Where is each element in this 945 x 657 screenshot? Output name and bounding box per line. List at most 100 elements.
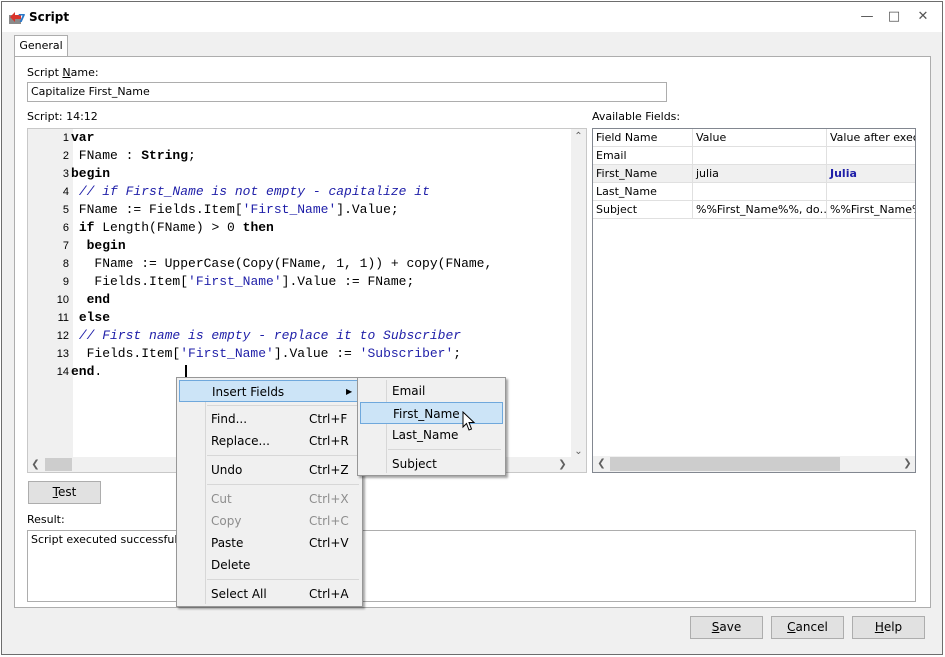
code-line[interactable]: 11 else bbox=[28, 309, 573, 327]
horizontal-scroll-thumb[interactable] bbox=[45, 458, 72, 471]
field-row[interactable]: Last_Name bbox=[593, 183, 915, 201]
cancel-button[interactable]: Cancel bbox=[771, 616, 844, 639]
field-row[interactable]: Subject %%First_Name%%, do… %%First_Name% bbox=[593, 201, 915, 219]
grid-scroll-left-icon[interactable]: ❮ bbox=[594, 456, 609, 471]
submenu-arrow-icon: ▶ bbox=[346, 387, 353, 396]
grid-scroll-right-icon[interactable]: ❯ bbox=[900, 456, 915, 471]
menu-item-cut[interactable]: Cut Ctrl+X bbox=[179, 488, 360, 510]
field-name-cell: Email bbox=[593, 147, 693, 165]
scroll-left-icon[interactable]: ❮ bbox=[28, 457, 43, 472]
menu-item-copy[interactable]: Copy Ctrl+C bbox=[179, 510, 360, 532]
script-app-icon: 7 bbox=[9, 12, 25, 24]
result-label: Result: bbox=[27, 513, 65, 526]
minimize-button[interactable]: — bbox=[856, 8, 878, 26]
menu-item-label: Replace... bbox=[211, 434, 270, 448]
field-row[interactable]: Email bbox=[593, 147, 915, 165]
submenu-item-last-name[interactable]: Last_Name bbox=[360, 424, 503, 446]
field-value-cell bbox=[693, 147, 827, 165]
tab-general[interactable]: General bbox=[14, 35, 68, 57]
grid-horizontal-scrollbar[interactable]: ❮ ❯ bbox=[593, 456, 915, 472]
save-button[interactable]: Save bbox=[690, 616, 763, 639]
code-text: Fields.Item['First_Name'].Value := 'Subs… bbox=[71, 346, 462, 361]
code-line[interactable]: 4 // if First_Name is not empty - capita… bbox=[28, 183, 573, 201]
result-box: Script executed successfully bbox=[27, 530, 916, 602]
line-number: 11 bbox=[57, 312, 69, 324]
menu-item-label: Delete bbox=[211, 558, 251, 572]
menu-separator bbox=[207, 484, 359, 485]
submenu-item-first-name[interactable]: First_Name bbox=[360, 402, 503, 424]
menu-item-undo[interactable]: Undo Ctrl+Z bbox=[179, 459, 360, 481]
menu-item-replace[interactable]: Replace... Ctrl+R bbox=[179, 430, 360, 452]
menu-item-label: Find... bbox=[211, 412, 248, 426]
field-value-after-cell bbox=[827, 183, 915, 201]
help-button[interactable]: Help bbox=[852, 616, 925, 639]
line-number: 7 bbox=[62, 240, 69, 252]
maximize-button[interactable]: □ bbox=[883, 8, 905, 26]
line-number: 3 bbox=[62, 168, 69, 180]
line-number: 1 bbox=[62, 132, 69, 144]
editor-vertical-scrollbar[interactable]: ⌃ ⌄ bbox=[571, 129, 586, 459]
menu-item-label: Insert Fields bbox=[212, 385, 285, 399]
line-number: 9 bbox=[62, 276, 69, 288]
menu-item-shortcut: Ctrl+Z bbox=[309, 463, 349, 477]
field-name-cell: Subject bbox=[593, 201, 693, 219]
menu-item-insert-fields[interactable]: Insert Fields ▶ bbox=[179, 380, 360, 402]
code-line[interactable]: 13 Fields.Item['First_Name'].Value := 'S… bbox=[28, 345, 573, 363]
menu-item-paste[interactable]: Paste Ctrl+V bbox=[179, 532, 360, 554]
menu-item-select-all[interactable]: Select All Ctrl+A bbox=[179, 583, 360, 605]
menu-item-label: Copy bbox=[211, 514, 242, 528]
submenu-item-email[interactable]: Email bbox=[360, 380, 503, 402]
column-header-value[interactable]: Value bbox=[693, 129, 827, 147]
scroll-right-icon[interactable]: ❯ bbox=[555, 457, 570, 472]
code-text: else bbox=[78, 310, 111, 325]
code-line[interactable]: 6 if Length(FName) > 0 then bbox=[28, 219, 573, 237]
submenu-item-label: First_Name bbox=[393, 407, 460, 421]
scroll-up-icon[interactable]: ⌃ bbox=[571, 129, 586, 144]
test-button[interactable]: Test bbox=[28, 481, 101, 504]
code-text: end. bbox=[71, 364, 103, 379]
code-line[interactable]: 9 Fields.Item['First_Name'].Value := FNa… bbox=[28, 273, 573, 291]
available-fields-label: Available Fields: bbox=[592, 110, 681, 123]
line-number: 2 bbox=[62, 150, 69, 162]
available-fields-grid[interactable]: Field Name Value Value after execu Email… bbox=[592, 128, 916, 473]
grid-header: Field Name Value Value after execu bbox=[593, 129, 915, 147]
field-value-after-cell bbox=[827, 147, 915, 165]
code-line[interactable]: 12 // First name is empty - replace it t… bbox=[28, 327, 573, 345]
general-tab-panel: Script Name: Capitalize First_Name Scrip… bbox=[14, 56, 931, 608]
code-line[interactable]: 10 end bbox=[28, 291, 573, 309]
code-line[interactable]: 3 begin bbox=[28, 165, 573, 183]
field-row[interactable]: First_Name julia Julia bbox=[593, 165, 915, 183]
column-header-value-after[interactable]: Value after execu bbox=[827, 129, 915, 147]
menu-item-shortcut: Ctrl+R bbox=[309, 434, 349, 448]
field-value-after-cell: %%First_Name% bbox=[827, 201, 915, 219]
context-menu: Insert Fields ▶ Find... Ctrl+F Replace... Ctr… bbox=[176, 377, 363, 607]
code-text: // if First_Name is not empty - capitali… bbox=[78, 184, 430, 199]
menu-item-delete[interactable]: Delete bbox=[179, 554, 360, 576]
code-line[interactable]: 2 FName : String; bbox=[28, 147, 573, 165]
submenu-item-label: Email bbox=[392, 384, 426, 398]
code-text: FName : String; bbox=[71, 148, 196, 163]
menu-item-shortcut: Ctrl+X bbox=[309, 492, 349, 506]
menu-separator bbox=[207, 405, 359, 406]
code-area[interactable]: 1 var 2 FName : String; 3 begin 4 // if First… bbox=[28, 129, 573, 381]
submenu-separator bbox=[388, 449, 501, 450]
line-number: 14 bbox=[56, 366, 69, 378]
field-value-cell: julia bbox=[693, 165, 827, 183]
script-position-label: Script: 14:12 bbox=[27, 110, 98, 123]
line-number: 5 bbox=[62, 204, 69, 216]
close-button[interactable]: ✕ bbox=[912, 8, 934, 26]
insert-fields-submenu: Email First_Name Last_Name Subject bbox=[357, 377, 506, 476]
code-line[interactable]: 5 FName := Fields.Item['First_Name'].Val… bbox=[28, 201, 573, 219]
script-name-input[interactable]: Capitalize First_Name bbox=[27, 82, 667, 102]
code-line[interactable]: 1 var bbox=[28, 129, 573, 147]
code-line[interactable]: 8 FName := UpperCase(Copy(FName, 1, 1)) … bbox=[28, 255, 573, 273]
menu-item-find[interactable]: Find... Ctrl+F bbox=[179, 408, 360, 430]
menu-item-shortcut: Ctrl+A bbox=[309, 587, 349, 601]
column-header-field-name[interactable]: Field Name bbox=[593, 129, 693, 147]
code-line[interactable]: 7 begin bbox=[28, 237, 573, 255]
code-text: if Length(FName) > 0 then bbox=[78, 220, 274, 235]
menu-item-label: Paste bbox=[211, 536, 244, 550]
grid-scroll-thumb[interactable] bbox=[610, 457, 840, 471]
submenu-item-subject[interactable]: Subject bbox=[360, 453, 503, 475]
menu-item-shortcut: Ctrl+C bbox=[309, 514, 349, 528]
